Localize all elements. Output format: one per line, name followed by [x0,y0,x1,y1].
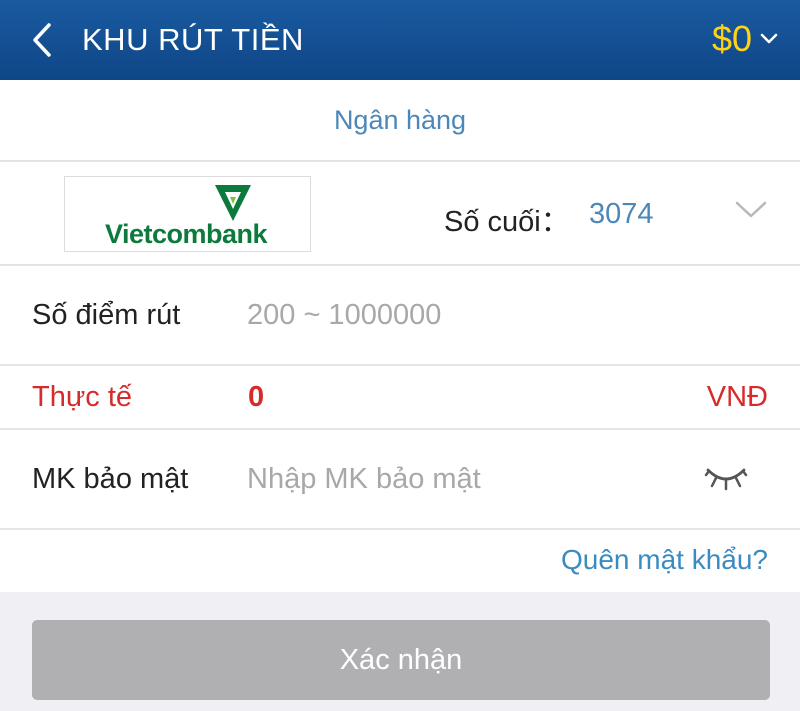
bank-logo: Vietcombank [64,176,311,252]
bank-account-selector[interactable]: Vietcombank Số cuối： 3074 [0,162,800,266]
forgot-password-link[interactable]: Quên mật khẩu? [561,544,768,576]
withdraw-amount-label: Số điểm rút [32,299,181,331]
forgot-password-row: Quên mật khẩu? [0,530,800,592]
page-title: KHU RÚT TIỀN [82,22,304,57]
actual-amount-label: Thực tế [32,381,132,413]
security-password-label: MK bảo mật [32,463,189,495]
account-last-digits: 3074 [589,198,654,230]
withdraw-amount-input[interactable] [247,295,677,335]
account-last-digits-label: Số cuối： [444,206,570,238]
confirm-button[interactable]: Xác nhận [32,620,770,700]
bank-tab[interactable]: Ngân hàng [0,80,800,162]
currency-unit: VNĐ [706,381,768,413]
balance-amount: $0 [711,18,752,59]
security-password-input[interactable] [247,459,677,499]
bank-name: Vietcombank [105,219,268,249]
eye-closed-icon[interactable] [704,462,748,492]
actual-amount-value: 0 [248,381,265,413]
balance-dropdown[interactable]: $0 [712,16,778,62]
vietcombank-logo-icon [215,185,251,221]
withdraw-amount-row: Số điểm rút [0,266,800,366]
chevron-down-icon [760,33,778,44]
actual-amount-row: Thực tế 0 VNĐ [0,366,800,430]
back-button[interactable] [22,18,62,62]
bank-tab-label: Ngân hàng [333,104,467,135]
chevron-down-icon [735,201,767,218]
header-bar: KHU RÚT TIỀN $0 [0,0,800,80]
security-password-row: MK bảo mật [0,430,800,530]
chevron-left-icon [33,23,51,57]
